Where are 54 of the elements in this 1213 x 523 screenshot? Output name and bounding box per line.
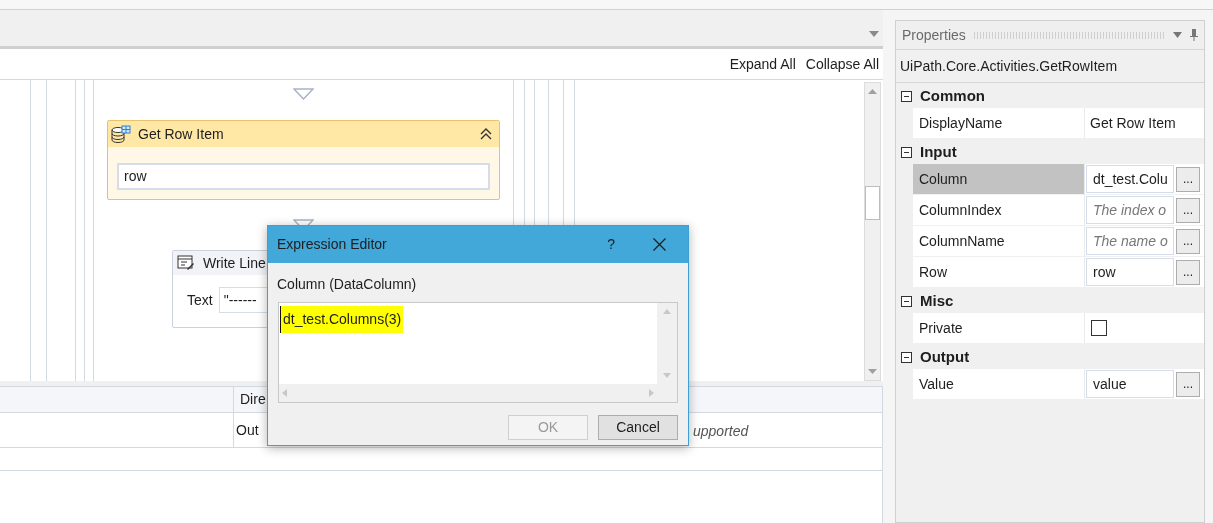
column-header[interactable]: Dire bbox=[234, 387, 266, 412]
pin-icon[interactable] bbox=[1190, 29, 1198, 41]
scrollbar[interactable] bbox=[864, 82, 881, 381]
activity-title: Write Line bbox=[203, 253, 266, 273]
help-button[interactable]: ? bbox=[607, 234, 615, 255]
property-field[interactable]: The index o bbox=[1086, 196, 1174, 224]
property-name[interactable]: DisplayName bbox=[913, 108, 1084, 138]
property-field[interactable]: dt_test.Colu bbox=[1086, 165, 1174, 193]
collapse-icon[interactable] bbox=[901, 147, 912, 158]
collapse-icon[interactable] bbox=[901, 91, 912, 102]
property-field[interactable]: value bbox=[1086, 370, 1174, 398]
collapse-icon[interactable] bbox=[901, 296, 912, 307]
dropdown-icon[interactable] bbox=[869, 31, 879, 37]
property-name[interactable]: Private bbox=[913, 313, 1084, 343]
panel-title: Properties bbox=[902, 25, 966, 45]
dialog-button[interactable]: Cancel bbox=[598, 415, 678, 440]
type-name: UiPath.Core.Activities.GetRowItem bbox=[900, 56, 1118, 76]
scroll-up-icon[interactable] bbox=[868, 89, 877, 94]
ellipsis-button[interactable]: ... bbox=[1176, 228, 1200, 254]
table-cell-text: Out bbox=[235, 420, 259, 440]
edit-window-icon bbox=[177, 255, 195, 271]
collapse-icon[interactable] bbox=[479, 128, 493, 140]
checkbox[interactable] bbox=[1091, 320, 1107, 336]
dropdown-icon[interactable] bbox=[1173, 32, 1182, 38]
property-field[interactable]: row bbox=[1086, 258, 1174, 286]
activity-card[interactable]: Get Row Item row bbox=[107, 120, 500, 200]
table-cell-text: upported bbox=[693, 422, 749, 441]
expand-all-link[interactable]: Expand All bbox=[729, 53, 796, 75]
category-name: Misc bbox=[920, 291, 954, 312]
drop-arrow-icon bbox=[293, 88, 314, 100]
property-name[interactable]: Value bbox=[913, 369, 1084, 399]
collapse-all-link[interactable]: Collapse All bbox=[805, 53, 879, 75]
database-icon bbox=[111, 124, 131, 144]
collapse-icon[interactable] bbox=[901, 352, 912, 363]
property-field[interactable]: The name o bbox=[1086, 227, 1174, 255]
ellipsis-button[interactable]: ... bbox=[1176, 197, 1200, 223]
input-field[interactable]: row bbox=[117, 163, 490, 190]
category-name: Common bbox=[920, 86, 985, 107]
property-name[interactable]: Column bbox=[913, 164, 1084, 194]
activity-title: Get Row Item bbox=[138, 124, 224, 144]
property-name[interactable]: ColumnName bbox=[913, 226, 1084, 256]
ellipsis-button[interactable]: ... bbox=[1176, 166, 1200, 192]
category-name: Input bbox=[920, 142, 957, 163]
ellipsis-button[interactable]: ... bbox=[1176, 259, 1200, 285]
category-name: Output bbox=[920, 347, 970, 368]
expression-text: dt_test.Columns(3) bbox=[280, 306, 404, 333]
ellipsis-button[interactable]: ... bbox=[1176, 371, 1200, 397]
close-icon[interactable] bbox=[653, 238, 666, 251]
scroll-down-icon[interactable] bbox=[868, 369, 877, 374]
field-label: Text bbox=[187, 290, 213, 310]
property-name[interactable]: ColumnIndex bbox=[913, 195, 1084, 225]
property-value: Get Row Item bbox=[1089, 113, 1176, 133]
property-name[interactable]: Row bbox=[913, 257, 1084, 287]
scroll-thumb[interactable] bbox=[865, 186, 880, 220]
